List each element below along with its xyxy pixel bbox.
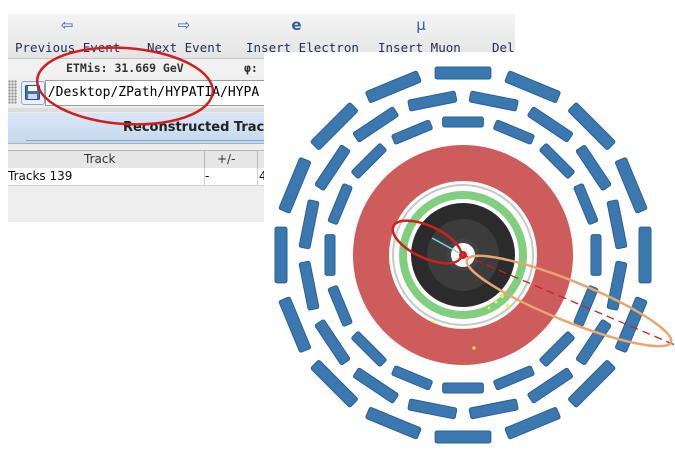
muon-chamber-segment <box>278 296 311 353</box>
muon-chamber-segment <box>351 331 387 367</box>
muon-chamber-segment <box>615 157 648 214</box>
muon-chamber-segment <box>365 70 422 103</box>
muon-chamber-segment <box>568 360 616 408</box>
energy-deposit <box>494 300 498 304</box>
track-name-cell: Tracks 139 <box>8 169 73 183</box>
muon-chamber-segment <box>407 398 458 420</box>
etmis-value: ETMis: 31.669 GeV <box>66 61 184 75</box>
muon-chamber-segment <box>504 407 561 440</box>
muon-chamber-segment <box>539 331 575 367</box>
arrow-right-icon: ⇨ <box>177 16 191 34</box>
column-divider[interactable] <box>257 151 258 168</box>
muon-icon: μ <box>416 16 426 34</box>
next-event-button[interactable]: ⇨ Next Event <box>141 14 233 58</box>
track-charge-cell: - <box>205 169 210 183</box>
column-divider[interactable] <box>204 151 205 168</box>
energy-deposit <box>500 294 504 298</box>
muon-chamber-segment <box>493 365 535 391</box>
previous-event-button[interactable]: ⇦ Previous Event <box>8 14 126 58</box>
muon-chamber-segment <box>590 234 602 276</box>
muon-chamber-segment <box>365 407 422 440</box>
reconstructed-tracks-title: Reconstructed Track <box>123 120 273 135</box>
next-event-label: Next Event <box>147 40 223 55</box>
arrow-left-icon: ⇦ <box>60 16 74 34</box>
muon-chamber-segment <box>606 199 628 250</box>
cell-divider <box>257 168 258 185</box>
muon-chamber-segment <box>573 183 599 225</box>
muon-chamber-segment <box>327 285 353 327</box>
muon-chamber-segment <box>434 66 492 80</box>
muon-chamber-segment <box>442 116 484 128</box>
toolbar-grip-handle[interactable] <box>8 80 17 104</box>
muon-chamber-segment <box>351 143 387 179</box>
muon-chamber-segment <box>310 360 358 408</box>
column-header-track[interactable]: Track <box>84 152 115 166</box>
muon-chamber-segment <box>539 143 575 179</box>
energy-deposit <box>506 304 510 308</box>
muon-chamber-segment <box>442 382 484 394</box>
column-header-charge[interactable]: +/- <box>217 152 235 166</box>
energy-deposit <box>487 306 491 310</box>
electron-icon: e <box>291 16 302 34</box>
muon-chamber-segment <box>324 234 336 276</box>
muon-chamber-segment <box>504 70 561 103</box>
muon-chamber-segment <box>310 102 358 150</box>
muon-chamber-segment <box>434 430 492 444</box>
delete-icon <box>484 16 515 34</box>
muon-chamber-segment <box>327 183 353 225</box>
muon-chamber-segment <box>568 102 616 150</box>
save-button[interactable] <box>21 81 45 105</box>
muon-chamber-segment <box>391 119 433 145</box>
muon-chamber-segment <box>638 226 652 284</box>
detector-event-display[interactable] <box>264 52 675 464</box>
muon-chamber-segment <box>407 90 458 112</box>
floppy-disk-icon <box>25 85 40 100</box>
muon-chamber-segment <box>493 119 535 145</box>
muon-chamber-segment <box>298 260 320 311</box>
muon-chamber-segment <box>468 398 519 420</box>
muon-chamber-segment <box>468 90 519 112</box>
energy-deposit <box>472 346 476 350</box>
muon-chamber-segment <box>274 226 288 284</box>
muon-chamber-segment <box>298 199 320 250</box>
energy-deposit <box>432 320 436 324</box>
muon-chamber-segment <box>391 365 433 391</box>
muon-chamber-segment <box>278 157 311 214</box>
previous-event-label: Previous Event <box>15 40 121 55</box>
phi-label: φ: <box>244 61 258 75</box>
